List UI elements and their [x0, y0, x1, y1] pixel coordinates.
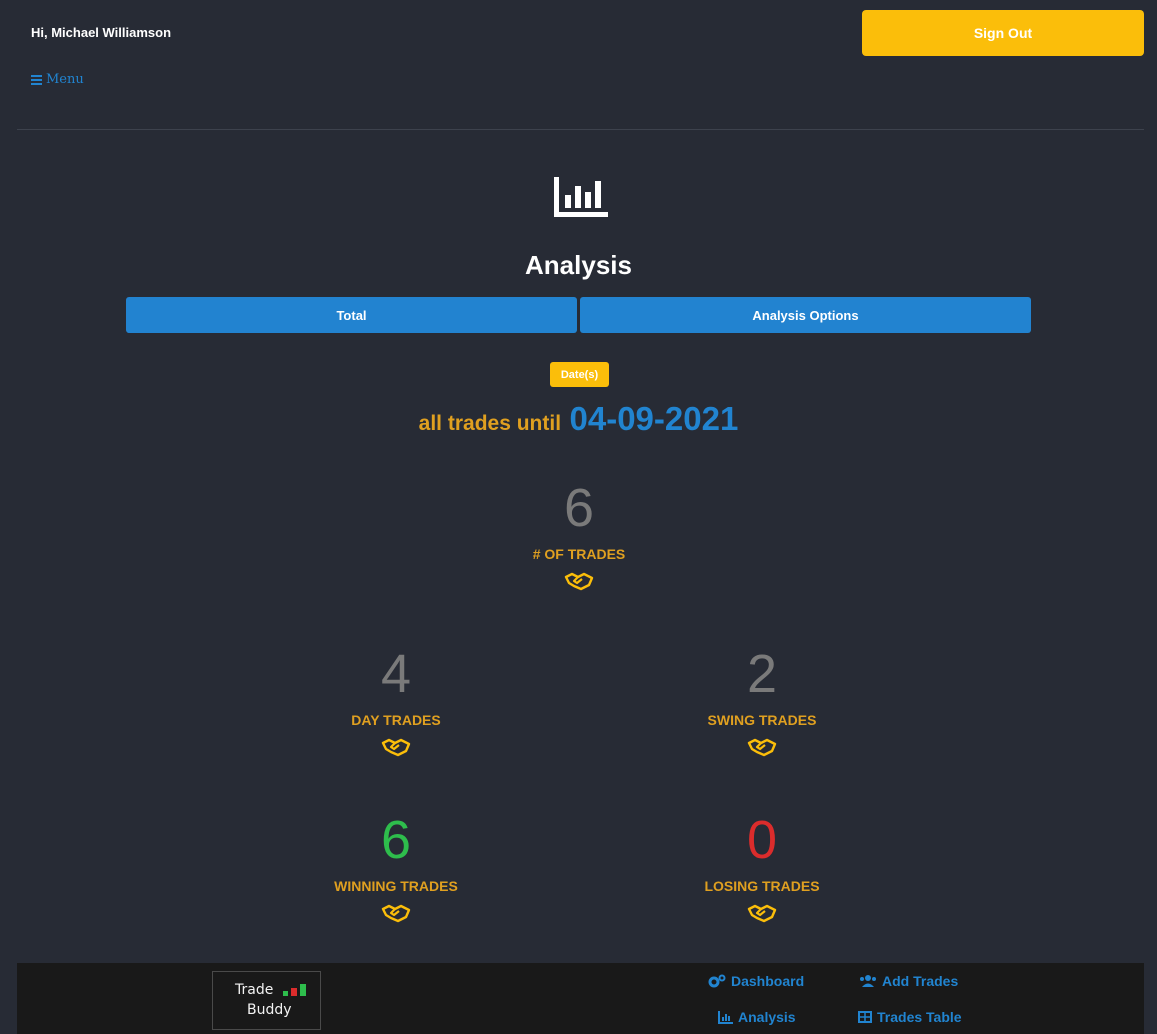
until-date: 04-09-2021 — [569, 400, 739, 437]
bar-chart-icon — [554, 177, 608, 217]
handshake-icon — [381, 904, 411, 923]
footer: Trade Buddy Dashboard Add Trades Analysi… — [17, 963, 1144, 1034]
until-prefix: all trades until — [418, 412, 562, 435]
stat-winning-trades: 6 WINNING TRADES — [246, 810, 546, 923]
stat-losing-trades: 0 LOSING TRADES — [612, 810, 912, 923]
stat-swing-trades: 2 SWING TRADES — [612, 644, 912, 757]
stat-value: 6 — [380, 810, 412, 870]
user-greeting: Hi, Michael Williamson — [31, 25, 172, 40]
menu-toggle[interactable]: Menu — [31, 72, 84, 87]
handshake-icon — [747, 738, 777, 757]
sign-out-button[interactable]: Sign Out — [862, 10, 1144, 56]
table-icon — [858, 1011, 872, 1023]
footer-link-label: Analysis — [738, 1009, 796, 1025]
users-icon — [860, 975, 876, 987]
stat-value: 2 — [746, 644, 778, 704]
stat-value: 6 — [563, 478, 595, 538]
header-divider — [17, 129, 1144, 130]
logo-line-2: Buddy — [247, 1002, 292, 1018]
footer-link-analysis[interactable]: Analysis — [718, 1009, 796, 1025]
dates-button[interactable]: Date(s) — [550, 362, 609, 387]
footer-link-label: Trades Table — [877, 1009, 962, 1025]
trade-buddy-logo[interactable]: Trade Buddy — [212, 971, 321, 1030]
stat-label: DAY TRADES — [351, 712, 441, 728]
tab-analysis-options[interactable]: Analysis Options — [580, 297, 1031, 333]
footer-link-dashboard[interactable]: Dashboard — [708, 973, 804, 989]
handshake-icon — [747, 904, 777, 923]
handshake-icon — [564, 572, 594, 591]
footer-link-label: Dashboard — [731, 973, 805, 989]
date-range-summary: all trades until 04-09-2021 — [0, 400, 1157, 438]
footer-link-label: Add Trades — [882, 973, 959, 989]
page-title: Analysis — [525, 250, 632, 280]
stat-day-trades: 4 DAY TRADES — [246, 644, 546, 757]
handshake-icon — [381, 738, 411, 757]
footer-link-add-trades[interactable]: Add Trades — [859, 973, 958, 989]
bar-chart-icon — [718, 1010, 733, 1024]
candlestick-icon — [283, 984, 306, 996]
logo-line-1: Trade — [235, 982, 274, 998]
cogs-icon — [708, 974, 726, 988]
stat-total-trades: 6 # OF TRADES — [429, 478, 729, 591]
stat-label: WINNING TRADES — [334, 878, 458, 894]
menu-label: Menu — [46, 72, 84, 87]
stat-value: 4 — [380, 644, 412, 704]
bars-icon — [31, 74, 42, 85]
stat-value: 0 — [746, 810, 778, 870]
footer-link-trades-table[interactable]: Trades Table — [858, 1009, 962, 1025]
tab-total[interactable]: Total — [126, 297, 577, 333]
stat-label: # OF TRADES — [532, 546, 626, 562]
stat-label: SWING TRADES — [707, 712, 817, 728]
stat-label: LOSING TRADES — [704, 878, 820, 894]
